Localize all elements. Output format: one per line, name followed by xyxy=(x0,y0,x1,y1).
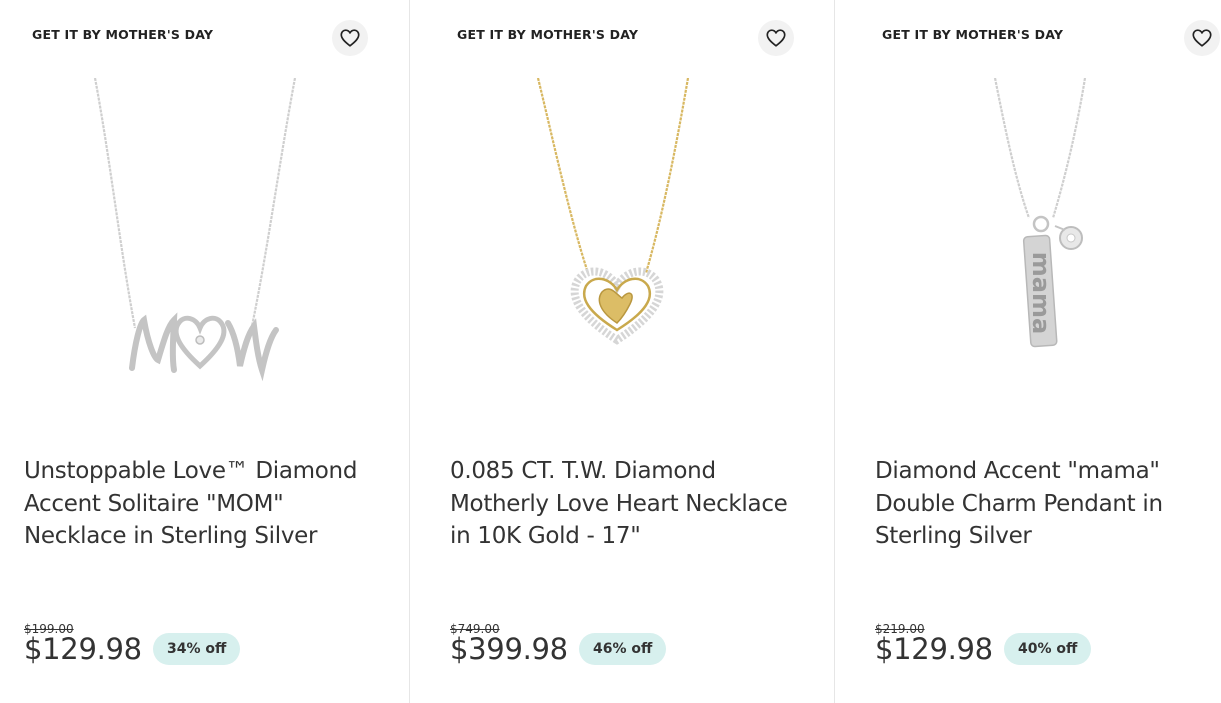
heart-icon xyxy=(766,29,786,47)
delivery-badge: GET IT BY MOTHER'S DAY xyxy=(32,27,214,42)
product-title[interactable]: Diamond Accent "mama" Double Charm Penda… xyxy=(875,455,1221,553)
discount-badge: 46% off xyxy=(579,633,667,665)
discount-badge: 40% off xyxy=(1004,633,1092,665)
delivery-badge: GET IT BY MOTHER'S DAY xyxy=(457,27,639,42)
discount-badge: 34% off xyxy=(153,633,241,665)
sale-price: $129.98 xyxy=(24,632,142,666)
product-card[interactable]: GET IT BY MOTHER'S DAY 0.085 CT. T.W. Di… xyxy=(409,0,834,703)
product-card[interactable]: GET IT BY MOTHER'S DAY mama Diamond Acce… xyxy=(834,0,1221,703)
sale-price: $129.98 xyxy=(875,632,993,666)
product-title[interactable]: Unstoppable Love™ Diamond Accent Solitai… xyxy=(24,455,384,553)
heart-icon xyxy=(1192,29,1212,47)
product-grid: GET IT BY MOTHER'S DAY Unstoppable Love™… xyxy=(0,0,1221,703)
svg-text:mama: mama xyxy=(1027,252,1055,334)
wishlist-button[interactable] xyxy=(758,20,794,56)
wishlist-button[interactable] xyxy=(332,20,368,56)
product-title[interactable]: 0.085 CT. T.W. Diamond Motherly Love Hea… xyxy=(450,455,810,553)
wishlist-button[interactable] xyxy=(1184,20,1220,56)
product-image-mom-necklace[interactable] xyxy=(40,78,360,398)
product-card[interactable]: GET IT BY MOTHER'S DAY Unstoppable Love™… xyxy=(0,0,425,703)
delivery-badge: GET IT BY MOTHER'S DAY xyxy=(882,27,1064,42)
heart-icon xyxy=(340,29,360,47)
product-image-mama-pendant[interactable]: mama xyxy=(885,78,1205,398)
product-image-heart-necklace[interactable] xyxy=(460,78,780,398)
sale-price: $399.98 xyxy=(450,632,568,666)
